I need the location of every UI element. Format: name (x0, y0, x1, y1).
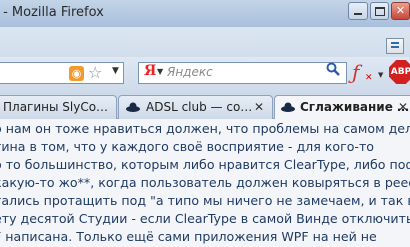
tab-label: ADSL club — co… (146, 100, 253, 114)
flash-addon-icon[interactable]: ƒ (352, 60, 359, 84)
tab-adsl-club[interactable]: ADSL club — co… ✕ (118, 95, 273, 119)
minimize-button[interactable] (348, 2, 368, 20)
ufo-icon (281, 102, 295, 112)
search-engine-logo[interactable]: Я (144, 63, 156, 79)
tab-close-button[interactable]: ✕ (254, 96, 264, 118)
url-bar[interactable] (0, 62, 124, 84)
magnifier-icon[interactable] (326, 62, 340, 80)
close-window-button[interactable]: ✕ (391, 2, 410, 20)
tab-label: Сглаживание … (300, 100, 410, 114)
content-line: о нам он тоже нравиться должен, что проб… (0, 121, 410, 136)
window-titlebar[interactable]: o - Mozilla Firefox ✕ (0, 0, 410, 27)
search-placeholder: Яндекс (167, 65, 213, 79)
tab-label: Плагины SlyCo… (3, 100, 109, 114)
tab-close-button[interactable]: ✕ (398, 96, 408, 118)
ufo-icon (126, 102, 140, 112)
content-line: о то большинство, которым либо нравится … (0, 157, 410, 172)
rss-feed-icon[interactable]: ◉ (69, 66, 84, 81)
minimize-icon (354, 13, 362, 15)
tab-plugins[interactable]: Плагины SlyCo… (0, 95, 117, 119)
content-line: какую-то жо**, когда пользователь должен… (0, 175, 410, 190)
content-line: F написана. Только ещё сами приложения W… (0, 229, 377, 244)
content-line: ету десятой Студии - если ClearType в са… (0, 211, 410, 226)
menu-button[interactable] (386, 38, 404, 54)
page-content: о нам он тоже нравиться должен, что проб… (0, 119, 410, 247)
content-line: тина в том, что у каждого своё восприяти… (0, 139, 375, 154)
tab-smoothing[interactable]: Сглаживание … ✕ (274, 95, 410, 120)
menu-toolbar (0, 27, 410, 57)
maximize-icon (374, 7, 385, 16)
flash-dropdown-icon[interactable]: ▼ (378, 71, 383, 79)
url-dropdown-icon[interactable]: ▼ (112, 66, 119, 76)
content-line: тались протащить под "а типо мы ничего н… (0, 193, 410, 208)
flash-disabled-badge: ✕ (365, 73, 373, 83)
window-title: o - Mozilla Firefox (0, 5, 104, 20)
bookmark-star-icon[interactable]: ☆ (88, 63, 102, 82)
search-engine-dropdown-icon[interactable]: ▼ (157, 67, 163, 76)
maximize-button[interactable] (370, 2, 389, 20)
